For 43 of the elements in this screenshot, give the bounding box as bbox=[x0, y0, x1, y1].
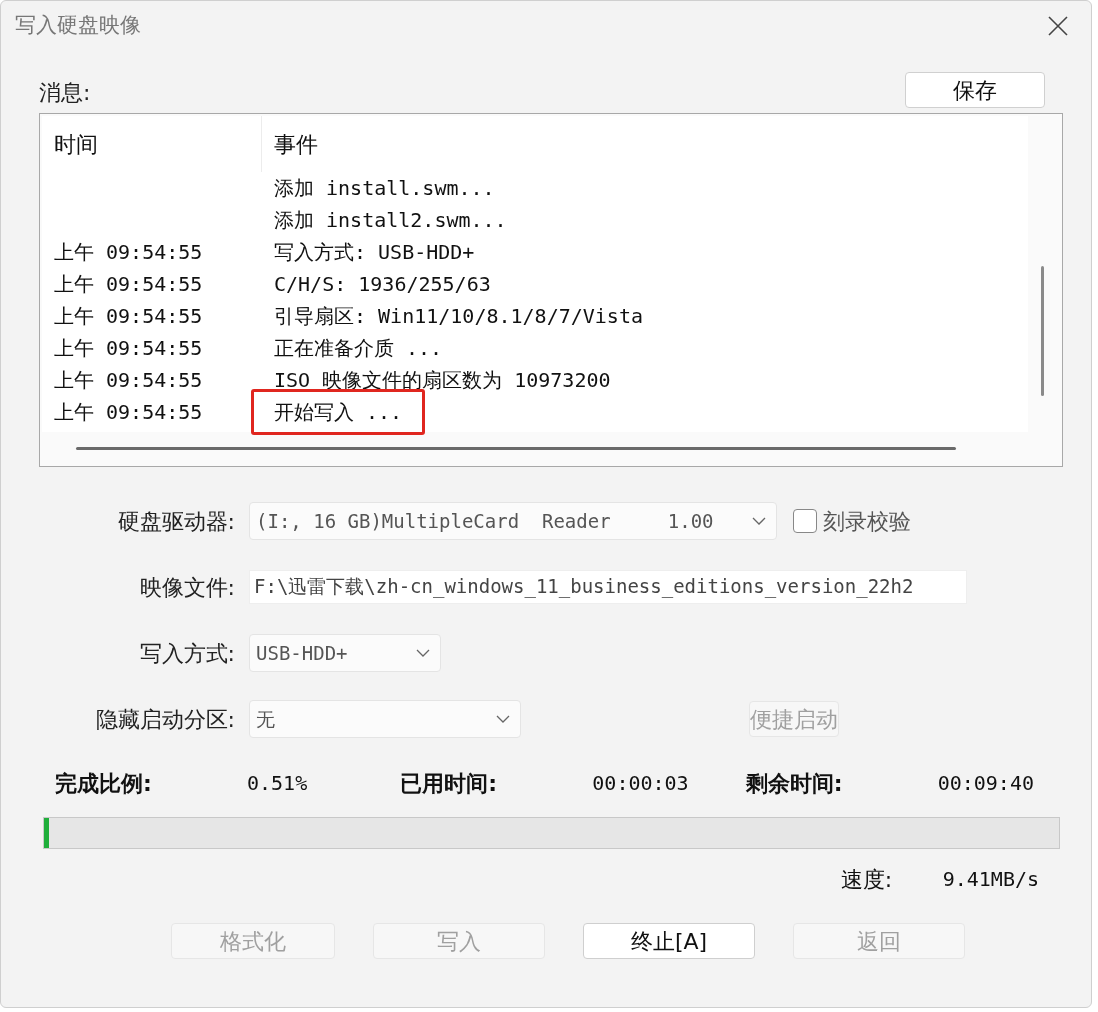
stat-label: 完成比例: bbox=[55, 769, 153, 798]
close-icon[interactable] bbox=[1047, 15, 1069, 37]
chevron-down-icon bbox=[752, 517, 766, 525]
stat-value: 00:09:40 bbox=[937, 770, 1034, 797]
event-cell-text: 添加 install.swm... bbox=[273, 175, 495, 202]
window-title: 写入硬盘映像 bbox=[15, 12, 141, 40]
messages-label: 消息: bbox=[39, 79, 91, 107]
time-cell: 上午 09:54:55 bbox=[54, 240, 203, 264]
event-cell-text: 写入方式: USB-HDD+ bbox=[273, 239, 475, 266]
checkbox-label: 刻录校验 bbox=[823, 507, 911, 536]
time-cell: 上午 09:54:55 bbox=[54, 304, 203, 328]
field-label: 硬盘驱动器: bbox=[116, 507, 236, 536]
field-label: 隐藏启动分区: bbox=[94, 705, 236, 734]
input-field[interactable]: F:\迅雷下载\zh-cn_windows_11_business_editions_version_22h2 bbox=[249, 570, 967, 604]
field-label: 映像文件: bbox=[138, 573, 236, 602]
stat-label: 剩余时间: bbox=[745, 769, 844, 798]
time-cell: 上午 09:54:55 bbox=[54, 400, 203, 424]
dropdown[interactable]: (I:, 16 GB)MultipleCard Reader 1.00 bbox=[249, 502, 777, 540]
speed-value: 9.41MB/s bbox=[942, 866, 1039, 893]
stat-value: 00:00:03 bbox=[592, 770, 689, 797]
event-cell: 开始写入 ... bbox=[251, 389, 426, 435]
horizontal-scrollbar[interactable] bbox=[76, 447, 956, 450]
button[interactable]: 终止[A] bbox=[583, 923, 755, 959]
stat-value: 0.51% bbox=[247, 770, 308, 797]
column-header[interactable]: 事件 bbox=[262, 127, 318, 161]
speed-label: 速度: bbox=[840, 865, 894, 894]
chevron-down-icon bbox=[416, 649, 430, 657]
vertical-scrollbar[interactable] bbox=[1041, 266, 1044, 396]
field-label: 写入方式: bbox=[138, 639, 236, 668]
event-cell-text: 正在准备介质 ... bbox=[273, 335, 443, 362]
stat-label: 已用时间: bbox=[400, 769, 499, 798]
column-header[interactable]: 时间 bbox=[42, 116, 262, 172]
event-cell-text: 引导扇区: Win11/10/8.1/8/7/Vista bbox=[273, 303, 643, 330]
save-button[interactable]: 保存 bbox=[905, 72, 1045, 108]
dropdown[interactable]: 无 bbox=[249, 700, 521, 738]
time-cell: 上午 09:54:55 bbox=[54, 272, 203, 296]
checkbox[interactable] bbox=[793, 509, 817, 533]
event-cell-text: C/H/S: 1936/255/63 bbox=[273, 271, 491, 298]
dropdown[interactable]: USB-HDD+ bbox=[249, 634, 441, 672]
time-cell: 上午 09:54:55 bbox=[54, 368, 203, 392]
event-cell-text: 添加 install2.swm... bbox=[273, 207, 507, 234]
time-cell: 上午 09:54:55 bbox=[54, 336, 203, 360]
chevron-down-icon bbox=[496, 715, 510, 723]
